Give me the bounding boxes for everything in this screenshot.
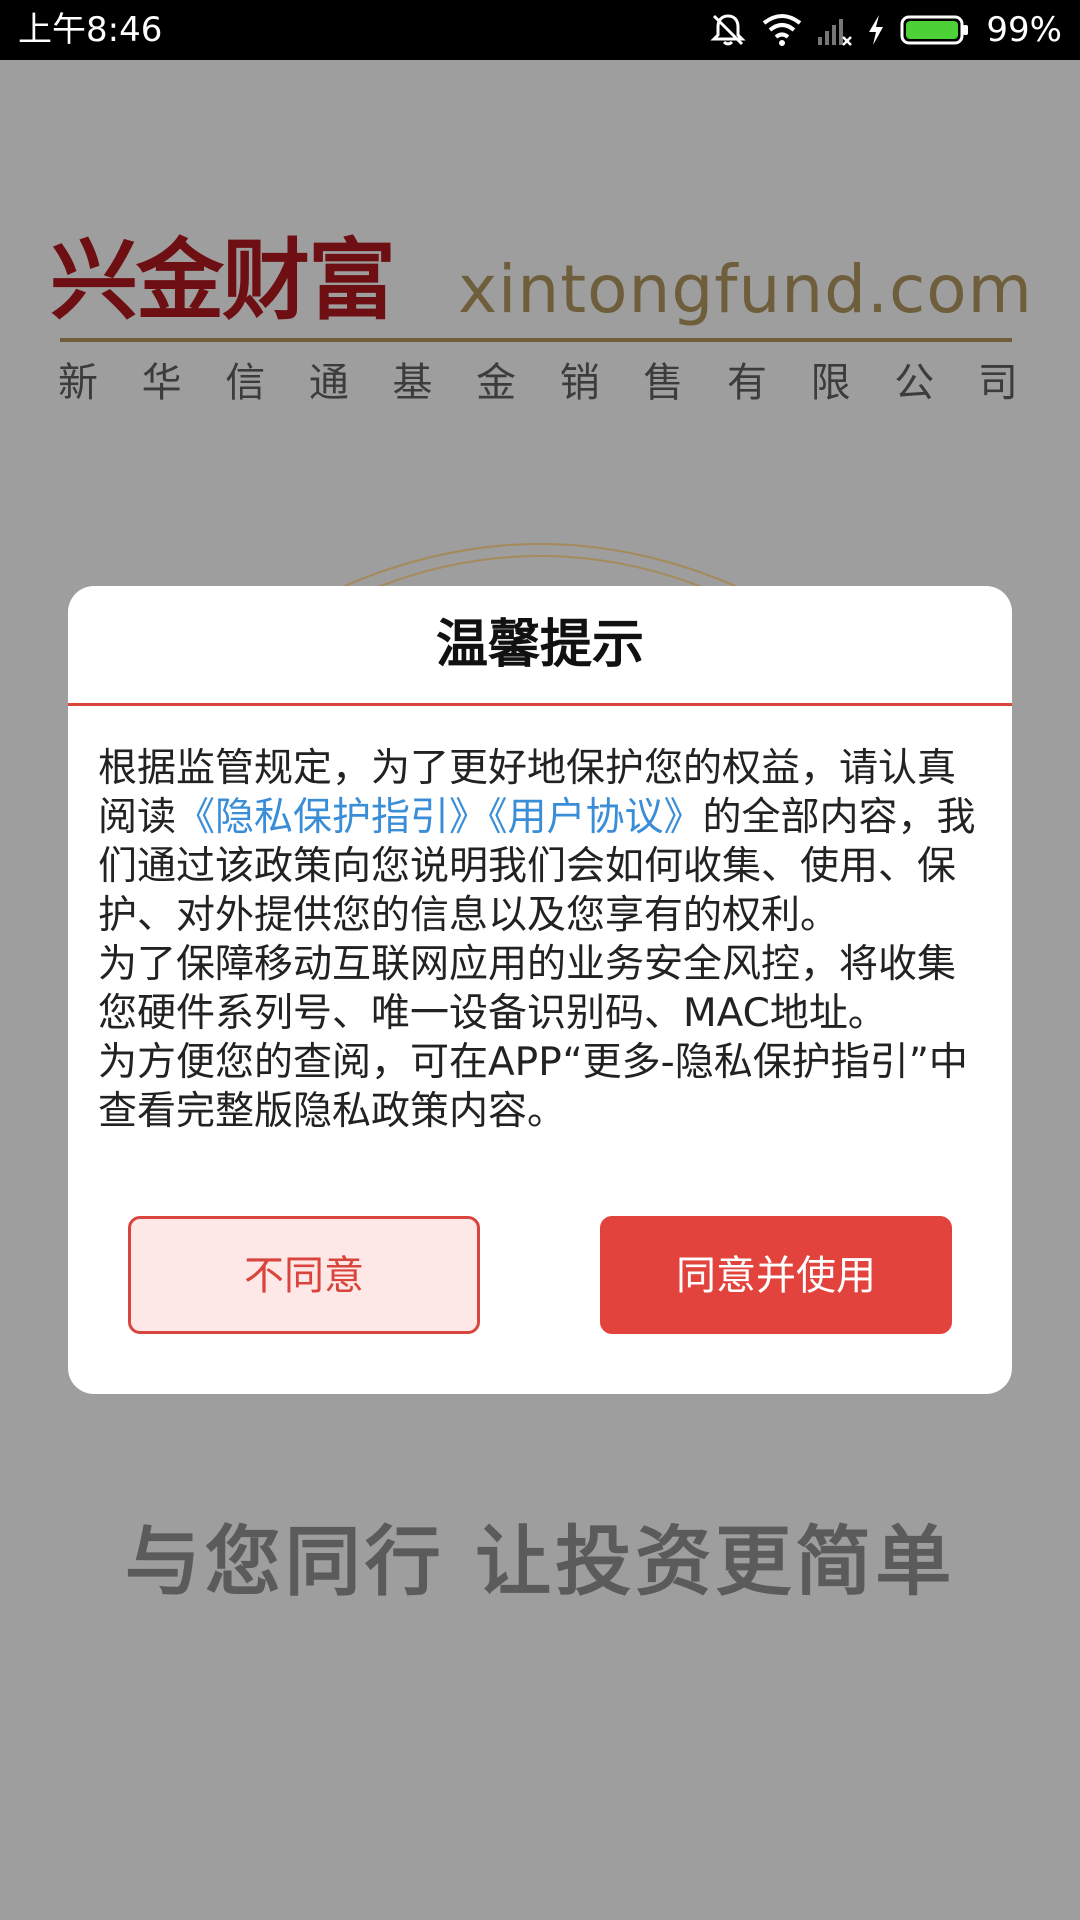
- wifi-icon: [762, 13, 802, 47]
- battery-icon: [900, 14, 970, 46]
- decorative-arc: [339, 543, 741, 590]
- status-time: 上午8:46: [18, 10, 163, 50]
- dialog-body: 根据监管规定，为了更好地保护您的权益，请认真阅读《隐私保护指引》《用户协议》的全…: [98, 744, 978, 1136]
- company-char: 信: [225, 360, 266, 406]
- company-char: 华: [141, 360, 182, 406]
- company-char: 公: [894, 360, 935, 406]
- dialog-paragraph: 为了保障移动互联网应用的业务安全风控，将收集您硬件系列号、唯一设备识别码、MAC…: [98, 942, 957, 1036]
- logo-chinese: 兴金财富: [50, 228, 396, 332]
- battery-percent: 99%: [986, 10, 1062, 50]
- company-char: 有: [727, 360, 767, 406]
- status-bar: 上午8:46 99%: [0, 0, 1080, 60]
- mute-icon: [708, 10, 748, 50]
- slogan: 与您同行 让投资更简单: [124, 1517, 956, 1606]
- company-char: 售: [643, 360, 684, 406]
- privacy-guide-link[interactable]: 《隐私保护指引》: [176, 795, 488, 840]
- logo-divider: [60, 338, 1012, 342]
- company-char: 金: [476, 360, 517, 406]
- agree-button[interactable]: 同意并使用: [600, 1216, 952, 1334]
- company-char: 司: [977, 360, 1018, 406]
- dialog-paragraph: 为方便您的查阅，可在APP“更多-隐私保护指引”中查看完整版隐私政策内容。: [98, 1040, 968, 1134]
- company-char: 通: [308, 360, 349, 406]
- company-char: 新: [58, 360, 98, 406]
- company-char: 销: [559, 360, 600, 406]
- dialog-title: 温馨提示: [435, 615, 644, 675]
- user-agreement-link[interactable]: 《用户协议》: [488, 795, 703, 840]
- company-name: 新 华 信 通 基 金 销 售 有 限 公 司: [58, 356, 1018, 410]
- charging-icon: [866, 13, 886, 47]
- status-icons: 99%: [708, 8, 1062, 52]
- signal-icon: [816, 13, 853, 47]
- dialog-divider: [68, 703, 1012, 706]
- company-char: 基: [392, 360, 433, 406]
- privacy-dialog: 温馨提示 根据监管规定，为了更好地保护您的权益，请认真阅读《隐私保护指引》《用户…: [68, 586, 1012, 1394]
- dialog-paragraph: 根据监管规定，为了更好地保护您的权益，请认真阅读《隐私保护指引》《用户协议》的全…: [98, 744, 978, 940]
- disagree-button[interactable]: 不同意: [128, 1216, 480, 1334]
- company-char: 限: [810, 360, 851, 406]
- logo-domain: xintongfund.com: [458, 251, 1033, 328]
